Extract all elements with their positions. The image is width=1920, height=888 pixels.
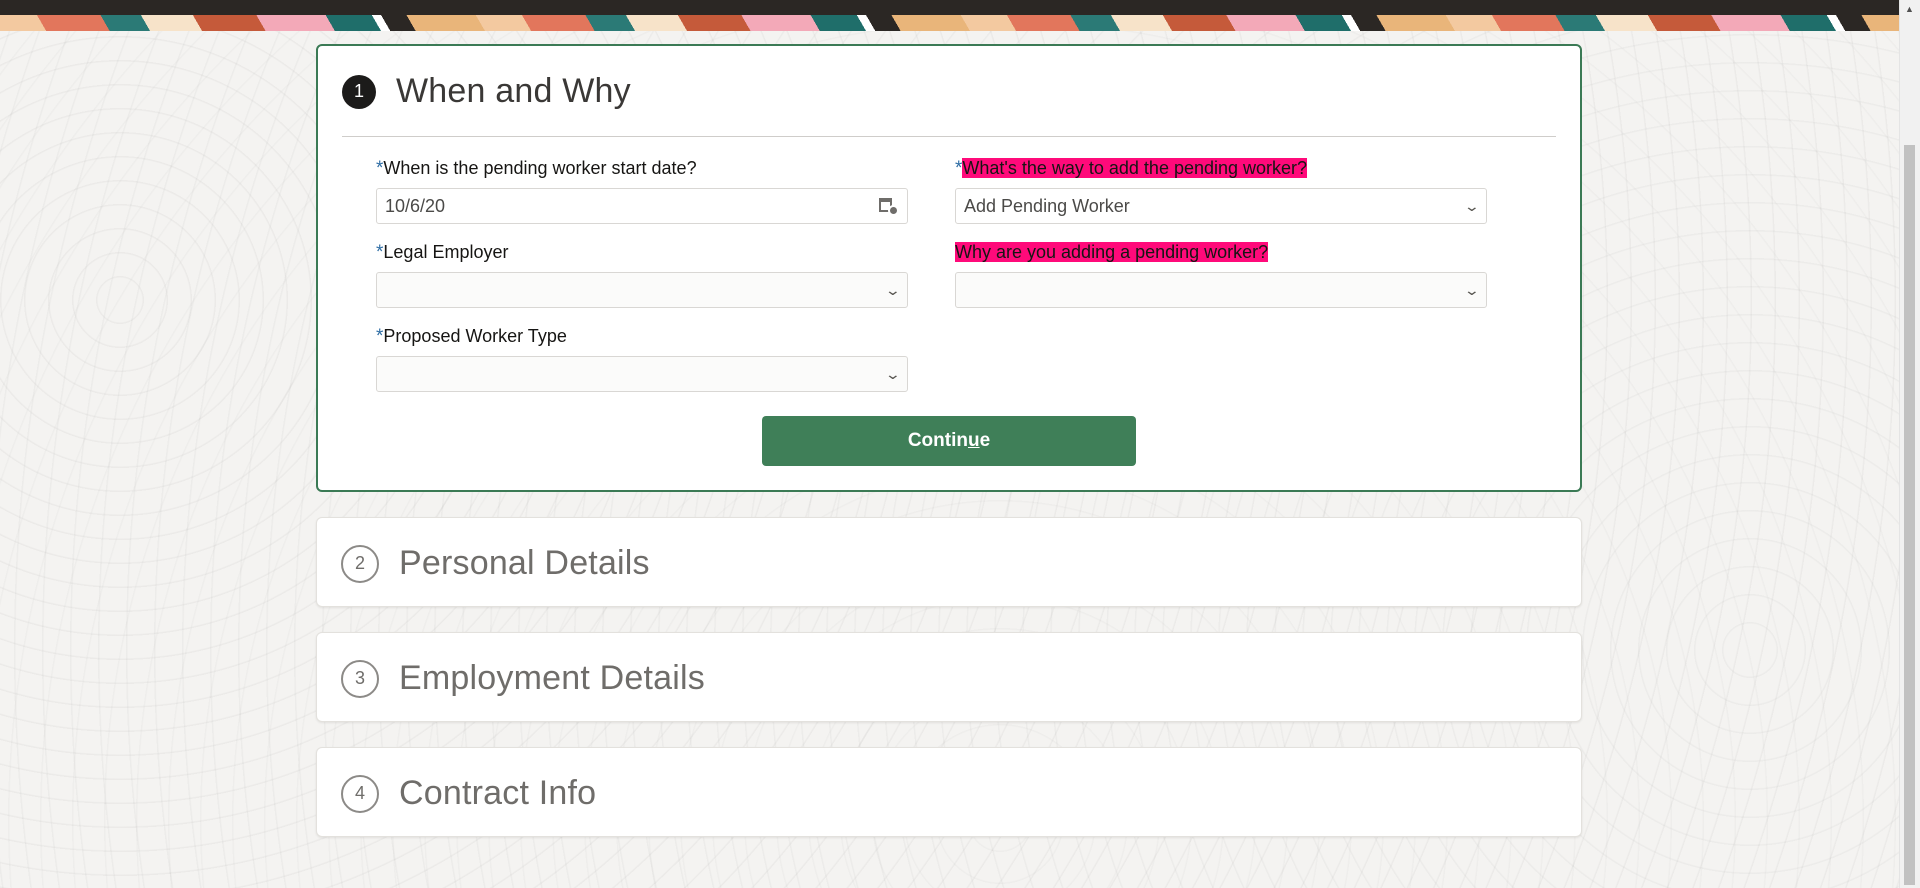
banner-pattern — [0, 15, 1900, 31]
step-title: Employment Details — [399, 659, 705, 697]
add-way-value: Add Pending Worker — [964, 195, 1130, 216]
legal-employer-select[interactable]: ⌄ — [376, 272, 908, 308]
banner-top-bar — [0, 0, 1900, 15]
legal-employer-label: *Legal Employer — [376, 240, 908, 264]
continue-button[interactable]: Contin u e — [762, 416, 1136, 466]
scrollbar-thumb[interactable] — [1904, 145, 1915, 885]
step-card-when-and-why: 1 When and Why *When is the pending work… — [316, 44, 1582, 492]
add-way-label-text: What's the way to add the pending worker… — [962, 158, 1308, 178]
continue-label-accesskey: u — [967, 430, 980, 451]
step-card-personal-details[interactable]: 2 Personal Details — [316, 517, 1582, 607]
start-date-input[interactable]: 10/6/20 — [376, 188, 908, 224]
reason-select[interactable]: ⌄ — [955, 272, 1487, 308]
page-scrollbar[interactable]: ▲ — [1899, 0, 1920, 888]
step-card-contract-info[interactable]: 4 Contract Info — [316, 747, 1582, 837]
step-number-badge: 3 — [341, 659, 379, 698]
step-header-2[interactable]: 2 Personal Details — [341, 544, 650, 583]
start-date-label-text: When is the pending worker start date? — [383, 158, 697, 178]
step-header-3[interactable]: 3 Employment Details — [341, 659, 705, 698]
reason-field: Why are you adding a pending worker? ⌄ — [955, 240, 1487, 308]
worker-type-label-text: Proposed Worker Type — [383, 326, 567, 346]
worker-type-select[interactable]: ⌄ — [376, 356, 908, 392]
step-title: When and Why — [396, 72, 631, 110]
header-banner — [0, 0, 1900, 31]
start-date-field: *When is the pending worker start date? … — [376, 156, 908, 224]
legal-employer-label-text: Legal Employer — [383, 242, 509, 262]
chevron-down-icon: ⌄ — [1463, 197, 1481, 214]
continue-label-pre: Contin — [907, 430, 968, 451]
add-way-select[interactable]: Add Pending Worker ⌄ — [955, 188, 1487, 224]
chevron-down-icon: ⌄ — [884, 365, 902, 382]
add-way-label: *What's the way to add the pending worke… — [955, 156, 1487, 180]
start-date-value: 10/6/20 — [385, 195, 446, 216]
start-date-label: *When is the pending worker start date? — [376, 156, 908, 180]
worker-type-field: *Proposed Worker Type ⌄ — [376, 324, 908, 392]
add-way-field: *What's the way to add the pending worke… — [955, 156, 1487, 224]
step-number-badge: 4 — [341, 774, 379, 813]
step-title: Personal Details — [399, 544, 650, 582]
worker-type-label: *Proposed Worker Type — [376, 324, 908, 348]
chevron-down-icon: ⌄ — [884, 281, 902, 298]
step-card-employment-details[interactable]: 3 Employment Details — [316, 632, 1582, 722]
step-header-4[interactable]: 4 Contract Info — [341, 774, 596, 813]
reason-label-text: Why are you adding a pending worker? — [955, 242, 1269, 262]
step-number-badge: 2 — [341, 544, 379, 583]
calendar-icon[interactable] — [879, 196, 899, 216]
step-number-badge: 1 — [342, 74, 376, 109]
section-divider — [342, 136, 1556, 137]
chevron-down-icon: ⌄ — [1463, 281, 1481, 298]
reason-label: Why are you adding a pending worker? — [955, 240, 1487, 264]
step-title: Contract Info — [399, 774, 597, 812]
step-header-1[interactable]: 1 When and Why — [342, 72, 631, 111]
legal-employer-field: *Legal Employer ⌄ — [376, 240, 908, 308]
continue-label-post: e — [979, 430, 991, 451]
scroll-up-arrow-icon[interactable]: ▲ — [1905, 4, 1914, 14]
